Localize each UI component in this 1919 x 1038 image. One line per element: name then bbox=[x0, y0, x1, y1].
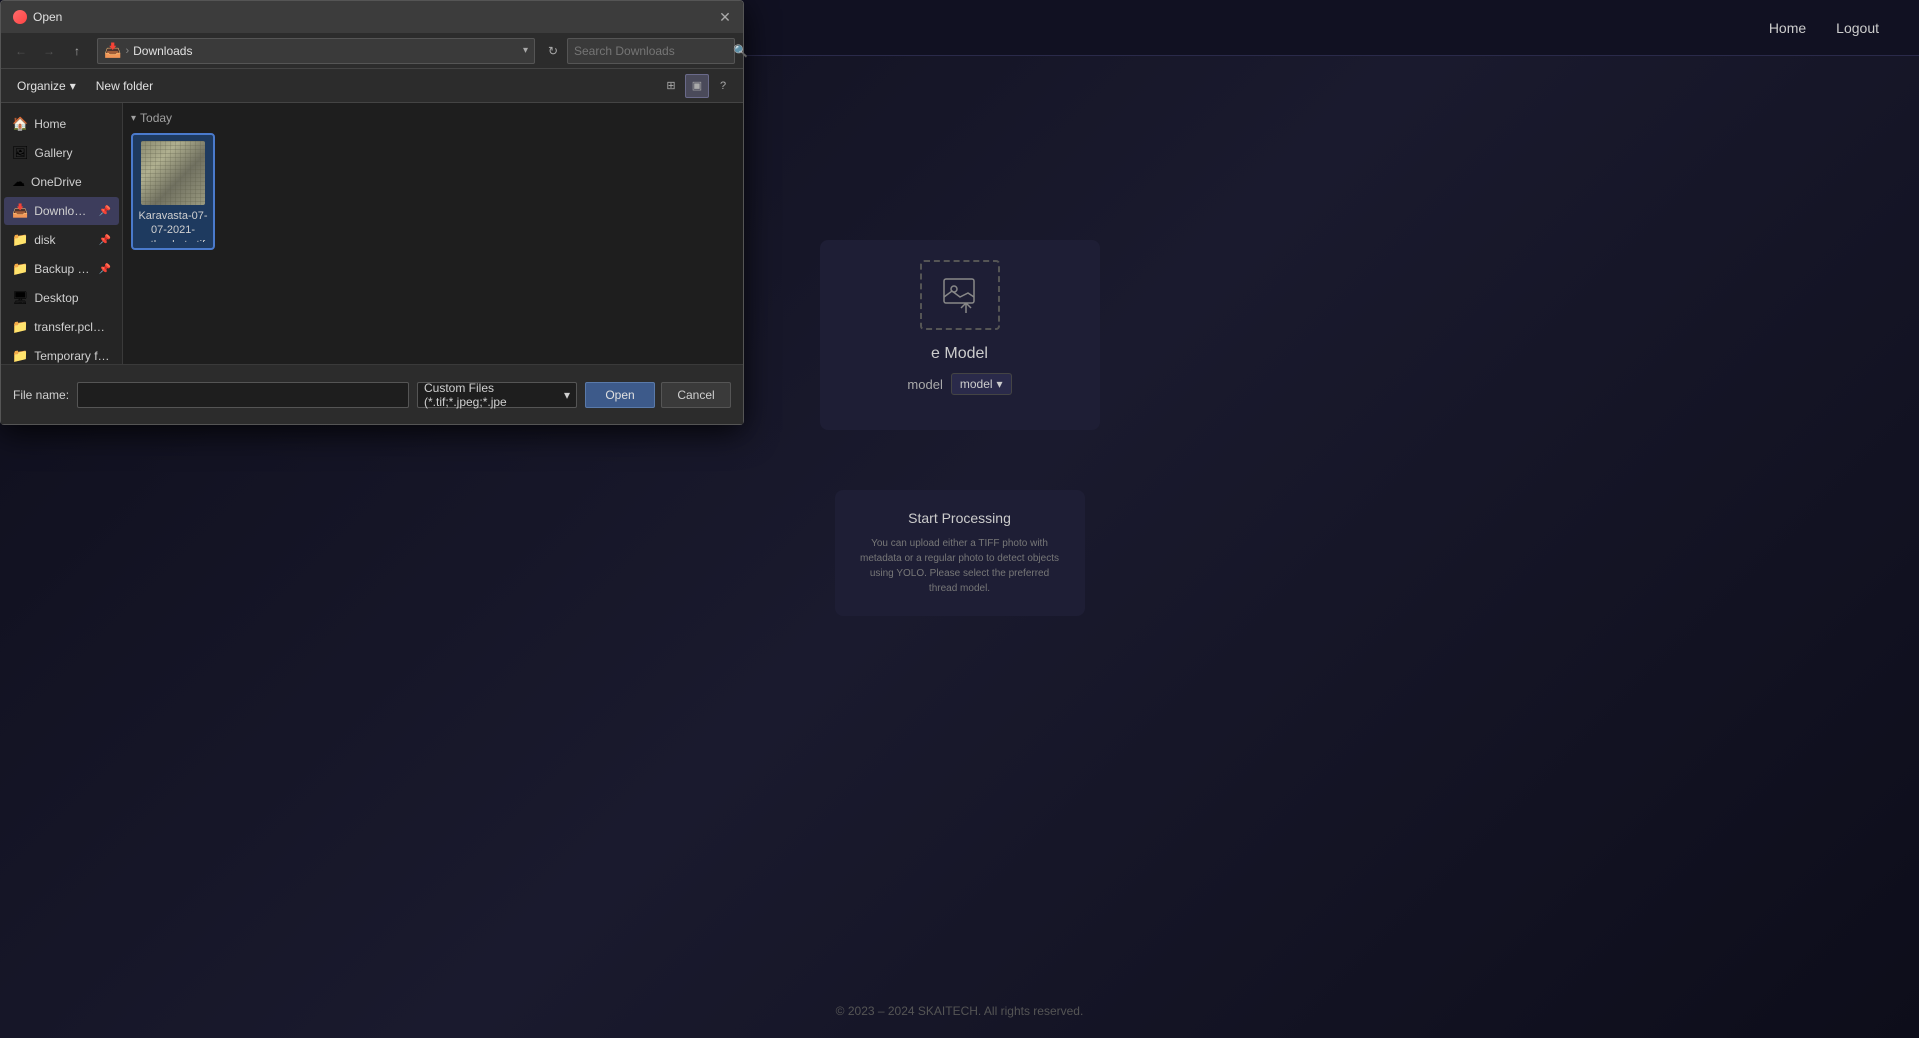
sidebar-item-gallery[interactable]: 🖼 Gallery bbox=[4, 139, 119, 167]
new-folder-button[interactable]: New folder bbox=[88, 74, 161, 98]
filetype-chevron-icon: ▾ bbox=[564, 388, 570, 402]
sidebar-onedrive-label: OneDrive bbox=[31, 175, 111, 189]
tif-thumbnail-image bbox=[141, 141, 205, 205]
dialog-bottom-bar: File name: Custom Files (*.tif;*.jpeg;*.… bbox=[1, 364, 743, 424]
gallery-icon: 🖼 bbox=[12, 145, 29, 161]
filename-input[interactable] bbox=[77, 382, 409, 408]
sidebar-item-temporary[interactable]: 📁 Temporary files bbox=[4, 342, 119, 364]
start-processing-title: Start Processing bbox=[855, 510, 1065, 526]
back-button[interactable]: ← bbox=[9, 39, 33, 63]
sidebar-item-onedrive[interactable]: ☁ OneDrive bbox=[4, 168, 119, 196]
file-open-dialog: Open ✕ ← → ↑ 📥 › Downloads ▾ ↻ 🔍 Organiz… bbox=[0, 0, 744, 425]
organize-button[interactable]: Organize ▾ bbox=[9, 74, 84, 98]
address-path-text: Downloads bbox=[133, 44, 519, 58]
sidebar-item-downloads[interactable]: 📥 Downloads 📌 bbox=[4, 197, 119, 225]
start-processing-card: Start Processing You can upload either a… bbox=[835, 490, 1085, 616]
file-item-tif[interactable]: Karavasta-07-07-2021-orthophoto.tif bbox=[131, 133, 215, 250]
dialog-sidebar: 🏠 Home 🖼 Gallery ☁ OneDrive 📥 Downloads … bbox=[1, 103, 123, 364]
today-label: Today bbox=[140, 111, 172, 125]
home-icon: 🏠 bbox=[12, 116, 28, 132]
sidebar-disk-label: disk bbox=[34, 233, 92, 247]
view-tiles-button[interactable]: ▣ bbox=[685, 74, 709, 98]
dialog-app-icon bbox=[13, 10, 27, 24]
cancel-button[interactable]: Cancel bbox=[661, 382, 731, 408]
dialog-close-button[interactable]: ✕ bbox=[715, 7, 735, 27]
model-label: model bbox=[907, 377, 942, 392]
filetype-select[interactable]: Custom Files (*.tif;*.jpeg;*.jpe ▾ bbox=[417, 382, 577, 408]
web-footer: © 2023 – 2024 SKAITECH. All rights reser… bbox=[0, 1004, 1919, 1018]
dialog-action-buttons: Open Cancel bbox=[585, 382, 731, 408]
upload-icon-area bbox=[920, 260, 1000, 330]
address-bar[interactable]: 📥 › Downloads ▾ bbox=[97, 38, 535, 64]
backup-folder-icon: 📁 bbox=[12, 261, 28, 277]
sidebar-desktop-label: Desktop bbox=[35, 291, 111, 305]
onedrive-icon: ☁ bbox=[12, 174, 25, 190]
search-input[interactable] bbox=[574, 44, 729, 58]
dialog-file-content[interactable]: ▾ Today Karavasta-07-07-2021-orthophoto.… bbox=[123, 103, 743, 364]
dialog-toolbar: ← → ↑ 📥 › Downloads ▾ ↻ 🔍 bbox=[1, 33, 743, 69]
refresh-button[interactable]: ↻ bbox=[543, 41, 563, 61]
address-folder-icon: 📥 bbox=[104, 42, 121, 59]
model-dropdown[interactable]: model ▾ bbox=[951, 373, 1012, 395]
dialog-actionbar: Organize ▾ New folder ⊞ ▣ ? bbox=[1, 69, 743, 103]
nav-home[interactable]: Home bbox=[1769, 20, 1806, 36]
address-dropdown-btn[interactable]: ▾ bbox=[523, 45, 528, 56]
backup-pin-icon: 📌 bbox=[99, 264, 111, 275]
up-button[interactable]: ↑ bbox=[65, 39, 89, 63]
disk-pin-icon: 📌 bbox=[99, 235, 111, 246]
file-name-text: Karavasta-07-07-2021-orthophoto.tif bbox=[137, 209, 209, 242]
files-grid: Karavasta-07-07-2021-orthophoto.tif bbox=[131, 133, 735, 250]
today-section-header: ▾ Today bbox=[131, 111, 735, 125]
organize-chevron-icon: ▾ bbox=[70, 79, 76, 93]
sidebar-item-desktop[interactable]: 🖥 Desktop bbox=[4, 284, 119, 312]
nav-logout[interactable]: Logout bbox=[1836, 20, 1879, 36]
view-details-button[interactable]: ⊞ bbox=[659, 74, 683, 98]
view-controls: ⊞ ▣ ? bbox=[659, 74, 735, 98]
sidebar-backup-label: Backup DB a... bbox=[34, 262, 92, 276]
open-button[interactable]: Open bbox=[585, 382, 655, 408]
dialog-titlebar: Open ✕ bbox=[1, 1, 743, 33]
view-help-button[interactable]: ? bbox=[711, 74, 735, 98]
dialog-title-text: Open bbox=[33, 10, 62, 24]
sidebar-item-disk[interactable]: 📁 disk 📌 bbox=[4, 226, 119, 254]
forward-button[interactable]: → bbox=[37, 39, 61, 63]
sidebar-home-label: Home bbox=[34, 117, 111, 131]
dialog-main-area: 🏠 Home 🖼 Gallery ☁ OneDrive 📥 Downloads … bbox=[1, 103, 743, 364]
search-icon: 🔍 bbox=[733, 44, 748, 58]
filetype-label: Custom Files (*.tif;*.jpeg;*.jpe bbox=[424, 381, 564, 409]
start-processing-desc: You can upload either a TIFF photo with … bbox=[855, 536, 1065, 596]
sidebar-item-home[interactable]: 🏠 Home bbox=[4, 110, 119, 138]
temporary-folder-icon: 📁 bbox=[12, 348, 28, 364]
new-folder-label: New folder bbox=[96, 79, 153, 93]
dialog-title-area: Open bbox=[13, 10, 62, 24]
sidebar-item-backup[interactable]: 📁 Backup DB a... 📌 bbox=[4, 255, 119, 283]
sidebar-transfer-label: transfer.pcloud. bbox=[34, 320, 111, 334]
model-select: model model ▾ bbox=[907, 373, 1011, 395]
file-thumbnail bbox=[141, 141, 205, 205]
sidebar-item-transfer[interactable]: 📁 transfer.pcloud. bbox=[4, 313, 119, 341]
pin-icon: 📌 bbox=[99, 206, 111, 217]
search-box[interactable]: 🔍 bbox=[567, 38, 735, 64]
disk-folder-icon: 📁 bbox=[12, 232, 28, 248]
downloads-icon: 📥 bbox=[12, 203, 28, 219]
section-chevron-icon: ▾ bbox=[131, 113, 136, 124]
organize-label: Organize bbox=[17, 79, 66, 93]
sidebar-temporary-label: Temporary files bbox=[34, 349, 111, 363]
sidebar-downloads-label: Downloads bbox=[34, 204, 92, 218]
desktop-icon: 🖥 bbox=[12, 290, 29, 306]
upload-card: e Model model model ▾ bbox=[820, 240, 1100, 430]
filename-label: File name: bbox=[13, 388, 69, 402]
web-nav: Home Logout bbox=[1769, 20, 1879, 36]
upload-title: e Model bbox=[931, 345, 988, 363]
transfer-folder-icon: 📁 bbox=[12, 319, 28, 335]
sidebar-gallery-label: Gallery bbox=[35, 146, 111, 160]
address-separator: › bbox=[125, 45, 129, 57]
